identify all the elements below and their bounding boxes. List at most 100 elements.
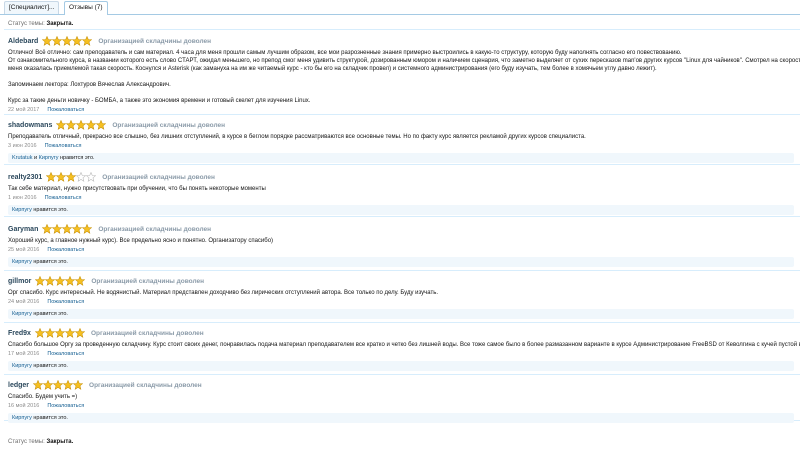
rating-stars (34, 328, 85, 338)
report-link[interactable]: Пожаловаться (47, 247, 84, 253)
rating-stars (33, 380, 84, 390)
star-filled-icon (75, 276, 86, 286)
status-label: Статус темы: (8, 21, 45, 27)
review-author-link[interactable]: Aldebard (8, 38, 38, 45)
status-value: Закрыта. (46, 21, 74, 27)
rating-stars (35, 276, 86, 286)
star-filled-icon (66, 120, 77, 130)
likes-suffix: нравится это. (33, 311, 68, 317)
review-meta: 16 мой 2016 Пожаловаться (8, 403, 84, 409)
likes-bar: Krutatuk и Кирпугу нравится это. (8, 153, 794, 163)
tab-specialist[interactable]: [Специалист]... (4, 1, 60, 14)
star-filled-icon (33, 380, 44, 390)
status-bar-bottom: Статус темы: Закрыта. (4, 436, 800, 448)
review-header: Fred9x Организацией складчины доволен (8, 328, 204, 338)
review-badge: Организацией складчины доволен (89, 381, 202, 389)
status-value: Закрыта. (46, 439, 74, 445)
star-filled-icon (72, 36, 83, 46)
report-link[interactable]: Пожаловаться (47, 351, 84, 357)
star-filled-icon (62, 36, 73, 46)
likes-bar: Кирпугу нравится это. (8, 309, 794, 319)
review-text-line: Орг спасибо. Курс интересный. Не водянис… (8, 290, 439, 296)
review-header: ledger Организацией складчины доволен (8, 380, 202, 390)
review-badge: Организацией складчины доволен (91, 277, 205, 285)
review-item: gillmor Организацией складчины доволен Орг… (4, 276, 800, 323)
review-date: 25 мой 2016 (8, 247, 40, 253)
star-filled-icon (74, 328, 85, 338)
liker-link[interactable]: Кирпугу (12, 259, 32, 265)
star-filled-icon (65, 276, 76, 286)
star-filled-icon (55, 276, 66, 286)
likes-suffix: нравится это. (33, 363, 68, 369)
report-link[interactable]: Пожаловаться (45, 195, 82, 201)
review-meta: 24 мой 2016 Пожаловаться (8, 299, 84, 305)
liker-link[interactable]: Кирпугу (12, 415, 32, 421)
review-author-link[interactable]: Garyman (8, 226, 38, 233)
report-link[interactable]: Пожаловаться (47, 403, 84, 409)
rating-stars (42, 224, 93, 234)
review-item: Garyman Организацией складчины доволен Хор… (4, 224, 800, 271)
review-date: 16 мой 2016 (8, 403, 40, 409)
review-item: Fred9x Организацией складчины доволен Спас… (4, 328, 800, 375)
star-filled-icon (86, 120, 97, 130)
star-filled-icon (54, 328, 65, 338)
review-item: ledger Организацией складчины доволен Спас… (4, 380, 800, 423)
star-filled-icon (72, 224, 83, 234)
review-author-link[interactable]: gillmor (8, 278, 31, 285)
star-filled-icon (52, 224, 63, 234)
tab-reviews[interactable]: Отзывы (7) (64, 1, 108, 15)
star-filled-icon (52, 36, 63, 46)
review-text-line: Отлично! Всё отлично: сам преподаватель … (8, 50, 682, 56)
liker-link[interactable]: Кирпугу (39, 155, 59, 161)
likes-suffix: нравится это. (59, 155, 95, 161)
review-meta: 1 июн 2016 Пожаловаться (8, 195, 82, 201)
star-filled-icon (53, 380, 64, 390)
rating-stars (46, 172, 97, 182)
report-link[interactable]: Пожаловаться (47, 107, 84, 113)
report-link[interactable]: Пожаловаться (47, 299, 84, 305)
liker-link[interactable]: Кирпугу (12, 363, 32, 369)
star-filled-icon (82, 224, 93, 234)
review-author-link[interactable]: shadowmans (8, 122, 52, 129)
review-author-link[interactable]: ledger (8, 382, 29, 389)
status-bar-top: Статус темы: Закрыта. (4, 18, 800, 30)
likes-bar: Кирпугу нравится это. (8, 361, 794, 371)
review-text-line: Курс за такие деньги новичку - БОМБА, а … (8, 98, 311, 104)
rating-stars (42, 36, 93, 46)
review-header: Garyman Организацией складчины доволен (8, 224, 211, 234)
review-badge: Организацией складчины доволен (98, 225, 212, 233)
star-filled-icon (63, 380, 74, 390)
likes-suffix: нравится это. (33, 415, 68, 421)
review-item: shadowmans Организацией складчины доволен… (4, 120, 800, 165)
review-text-line: Хороший курс, а главное нужный курс). Вс… (8, 238, 274, 244)
star-filled-icon (45, 276, 56, 286)
review-author-link[interactable]: realty2301 (8, 174, 42, 181)
liker-link[interactable]: Кирпугу (12, 207, 32, 213)
star-filled-icon (56, 172, 67, 182)
rating-stars (56, 120, 107, 130)
liker-link[interactable]: Krutatuk (12, 155, 32, 161)
star-filled-icon (76, 120, 87, 130)
star-filled-icon (56, 120, 67, 130)
likes-bar: Кирпугу нравится это. (8, 413, 794, 423)
star-filled-icon (44, 328, 55, 338)
review-meta: 25 мой 2016 Пожаловаться (8, 247, 84, 253)
review-header: Aldebard Организацией складчины доволен (8, 36, 211, 46)
review-text-line: Преподаватель отличный, прекрасно все сл… (8, 134, 586, 140)
review-date: 3 июн 2016 (8, 143, 37, 149)
review-text-line: От ознакомительного курса, в названии ко… (8, 58, 800, 64)
star-filled-icon (96, 120, 107, 130)
review-text-line: меня оказалась приемлемой такая скорость… (8, 66, 657, 72)
report-link[interactable]: Пожаловаться (45, 143, 82, 149)
star-filled-icon (66, 172, 77, 182)
status-label: Статус темы: (8, 439, 45, 445)
review-badge: Организацией складчины доволен (98, 37, 212, 45)
star-empty-icon (76, 172, 87, 182)
likes-suffix: нравится это. (33, 207, 68, 213)
review-date: 17 мой 2016 (8, 351, 40, 357)
review-header: gillmor Организацией складчины доволен (8, 276, 204, 286)
review-date: 22 мой 2017 (8, 107, 40, 113)
liker-link[interactable]: Кирпугу (12, 311, 32, 317)
likes-suffix: нравится это. (33, 259, 68, 265)
review-author-link[interactable]: Fred9x (8, 330, 31, 337)
